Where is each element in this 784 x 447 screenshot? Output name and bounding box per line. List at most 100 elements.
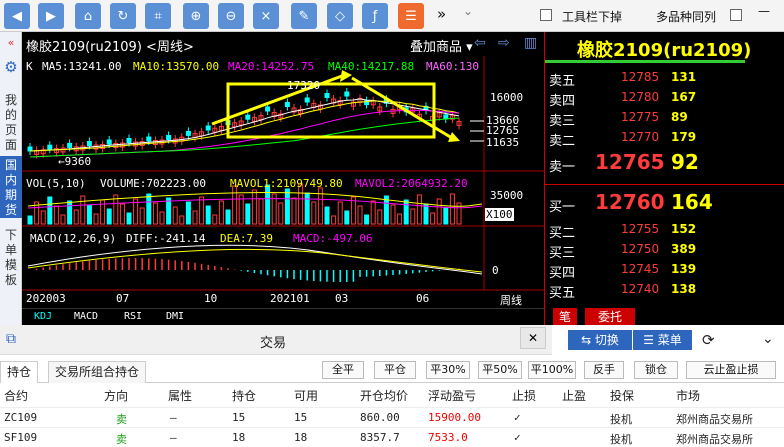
volume-bar [324,206,330,225]
chevron-down-icon[interactable]: ⌄ [762,331,774,347]
home-icon[interactable]: ⌂ [75,3,101,29]
volume-bar [126,212,132,225]
close-button[interactable]: ✕ [520,327,546,349]
ask-label: 卖四 [549,94,576,109]
left-arrow-icon[interactable]: ⇦ [474,35,492,53]
tab-pen[interactable]: 笔 [553,308,577,326]
candle-body [47,144,53,150]
zoom-out-icon[interactable]: ⊖ [218,3,244,29]
reverse-button[interactable]: 反手 [584,361,624,379]
bid-label: 买三 [549,246,576,261]
macd-value-label: MACD:-497.06 [293,232,373,245]
tag-icon[interactable]: ◇ [327,3,353,29]
indicator-tab-macd[interactable]: MACD [74,311,98,322]
table-cell-price: 860.00 [360,411,400,424]
close-50-button[interactable]: 平50% [478,361,522,379]
more-icon[interactable]: » [437,5,446,23]
tab-order[interactable]: 委托 [585,308,635,326]
indicator-tabs: KDJ MACD RSI DMI [22,308,544,325]
close-30-button[interactable]: 平30% [426,361,470,379]
bid-row[interactable]: 买四 12745 139 [545,260,784,281]
column-header[interactable]: 属性 [168,387,192,404]
table-cell-market: 郑州商品交易所 [676,413,753,426]
column-header[interactable]: 开仓均价 [360,387,408,404]
switch-button[interactable]: ⇆ 切换 [568,330,632,350]
table-row[interactable]: ZC109 卖 — 15 15 860.00 15900.00 ✓ 投机 郑州商品交易所 [0,407,784,427]
volume-bar [185,201,191,225]
candle-body [205,125,211,131]
bid-row[interactable]: 买三 12750 389 [545,240,784,261]
dea-label: DEA:7.39 [220,232,273,245]
bid-row[interactable]: 买二 12755 152 [545,220,784,241]
tab-exchange-combo[interactable]: 交易所组合持仓 [48,361,147,383]
layout-icon[interactable]: ▥ [524,35,542,53]
crop-icon[interactable]: ⌗ [145,3,171,29]
minimize-button[interactable]: — [758,4,770,18]
indicator-tab-kdj[interactable]: KDJ [34,311,52,322]
sidebar-item-order-template[interactable]: 下单模板 [0,228,22,287]
hide-toolbar-label: 工具栏下掉 [562,10,623,24]
column-header[interactable]: 止损 [512,387,536,404]
ask-price: 12775 [621,110,660,124]
ask-row[interactable]: 卖一 12765 92 [545,150,784,175]
overlay-symbol-button[interactable]: 叠加商品 ▾ [410,36,473,55]
forward-icon[interactable]: ▶ [38,3,64,29]
column-header[interactable]: 浮动盈亏 [428,387,476,404]
column-header[interactable]: 市场 [676,387,700,404]
indicator-tab-rsi[interactable]: RSI [124,311,142,322]
column-header[interactable]: 可用 [294,387,318,404]
gear-icon[interactable]: ⚙ [0,60,22,75]
refresh-icon[interactable]: ⟳ [702,331,715,349]
vol-axis-label: 35000 [490,189,524,202]
column-header[interactable]: 方向 [104,387,128,404]
close-all-button[interactable]: 全平 [322,361,364,379]
lock-button[interactable]: 锁仓 [634,361,678,379]
time-axis-label: 10 [204,292,218,305]
multi-symbol-label[interactable]: 多品种同列 [656,8,716,25]
candle-body [166,135,172,140]
bid-volume: 389 [671,242,697,256]
draw-icon[interactable]: ✎ [291,3,317,29]
ask-row[interactable]: 卖四 12780 167 [545,88,784,109]
sidebar-item-domestic-futures[interactable]: 国内期货 [0,156,22,218]
close-100-button[interactable]: 平100% [528,361,576,379]
hide-toolbar-checkbox[interactable] [540,9,552,21]
ask-price: 12785 [621,70,660,84]
fx-icon[interactable]: ƒ [362,3,388,29]
volume-bar [67,200,73,225]
trade-header: ⧉ 交易 ✕ [0,325,552,355]
ask-row[interactable]: 卖五 12785 131 [545,68,784,89]
column-header[interactable]: 持仓 [232,387,256,404]
column-header[interactable]: 合约 [4,387,28,404]
ask-row[interactable]: 卖三 12775 89 [545,108,784,129]
volume-bar [265,184,271,225]
list-icon[interactable]: ☰ [398,3,424,29]
collapse-icon[interactable]: « [0,35,22,50]
menu-button[interactable]: ☰ 菜单 [632,330,692,350]
ask-volume: 131 [671,70,697,84]
indicator-tab-dmi[interactable]: DMI [166,311,184,322]
column-header[interactable]: 投保 [610,387,634,404]
back-icon[interactable]: ◀ [4,3,30,29]
mavol2-label: MAVOL2:2064932.20 [355,177,468,190]
table-row[interactable]: SF109 卖 — 18 18 8357.7 7533.0 ✓ 投机 郑州商品交易所 [0,427,784,447]
refresh-icon[interactable]: ↻ [110,3,136,29]
tab-positions[interactable]: 持仓 [0,361,39,383]
ma60-label: MA60:130 [426,60,479,73]
bid-volume: 164 [671,190,713,214]
right-arrow-icon[interactable]: ⇨ [498,35,516,53]
column-header[interactable]: 止盈 [562,387,586,404]
cloud-stop-button[interactable]: 云止盈止损 [686,361,776,379]
table-cell-contract: ZC109 [4,411,38,424]
bid-row[interactable]: 买一 12760 164 [545,190,784,215]
formula-icon[interactable]: × [253,3,279,29]
multi-symbol-checkbox[interactable] [730,9,742,21]
sidebar-item-my-page[interactable]: 我的页面 [4,92,18,152]
volume-bar [205,205,211,225]
close-position-button[interactable]: 平仓 [374,361,416,379]
ask-row[interactable]: 卖二 12770 179 [545,128,784,149]
bid-row[interactable]: 买五 12740 138 [545,280,784,301]
zoom-in-icon[interactable]: ⊕ [183,3,209,29]
chevron-down-icon[interactable]: ⌄ [463,4,473,18]
volume-bar [304,192,310,225]
